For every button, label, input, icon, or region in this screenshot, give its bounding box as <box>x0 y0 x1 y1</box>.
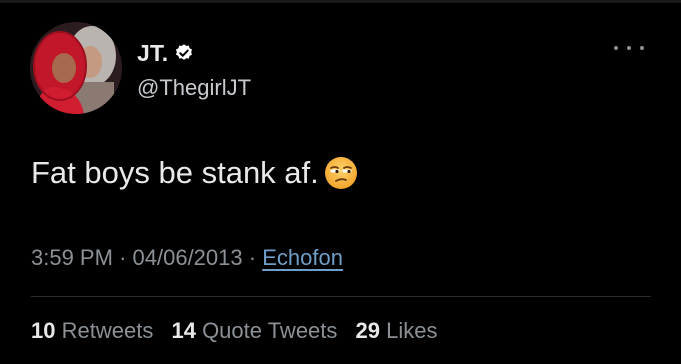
divider <box>31 296 651 297</box>
more-dot <box>640 46 644 50</box>
tweet-card: JT. @ThegirlJT Fat boys be stank af. 3:5… <box>0 0 681 364</box>
meta-separator: · <box>248 245 263 270</box>
verified-badge-icon <box>174 43 194 63</box>
avatar[interactable] <box>30 22 122 114</box>
tweet-date[interactable]: 04/06/2013 <box>133 245 243 270</box>
quote-tweets-stat[interactable]: 14 Quote Tweets <box>171 318 337 343</box>
more-options-icon[interactable] <box>614 41 644 55</box>
quote-tweets-count: 14 <box>171 318 196 343</box>
more-dot <box>627 46 631 50</box>
tweet-text-row: Fat boys be stank af. <box>31 155 359 191</box>
more-dot <box>614 46 618 50</box>
likes-stat[interactable]: 29 Likes <box>356 318 438 343</box>
likes-count: 29 <box>355 318 381 343</box>
display-name[interactable]: JT. <box>137 40 168 67</box>
tweet-meta: 3:59 PM · 04/06/2013 · Echofon <box>31 245 343 271</box>
user-handle[interactable]: @ThegirlJT <box>137 75 251 101</box>
meta-separator: · <box>119 245 133 270</box>
likes-label: Likes <box>386 318 438 343</box>
retweets-stat[interactable]: 10 Retweets <box>31 318 153 343</box>
source-link[interactable]: Echofon <box>262 245 343 270</box>
tweet-text: Fat boys be stank af. <box>31 155 319 190</box>
retweets-count: 10 <box>31 318 56 343</box>
engagement-stats: 10 Retweets 14 Quote Tweets 29 Likes <box>31 318 450 344</box>
top-border <box>0 0 681 3</box>
display-name-row[interactable]: JT. <box>137 40 194 66</box>
retweets-label: Retweets <box>61 318 154 343</box>
unamused-face-icon <box>323 155 359 191</box>
tweet-time[interactable]: 3:59 PM <box>31 245 113 270</box>
quote-tweets-label: Quote Tweets <box>202 318 338 343</box>
